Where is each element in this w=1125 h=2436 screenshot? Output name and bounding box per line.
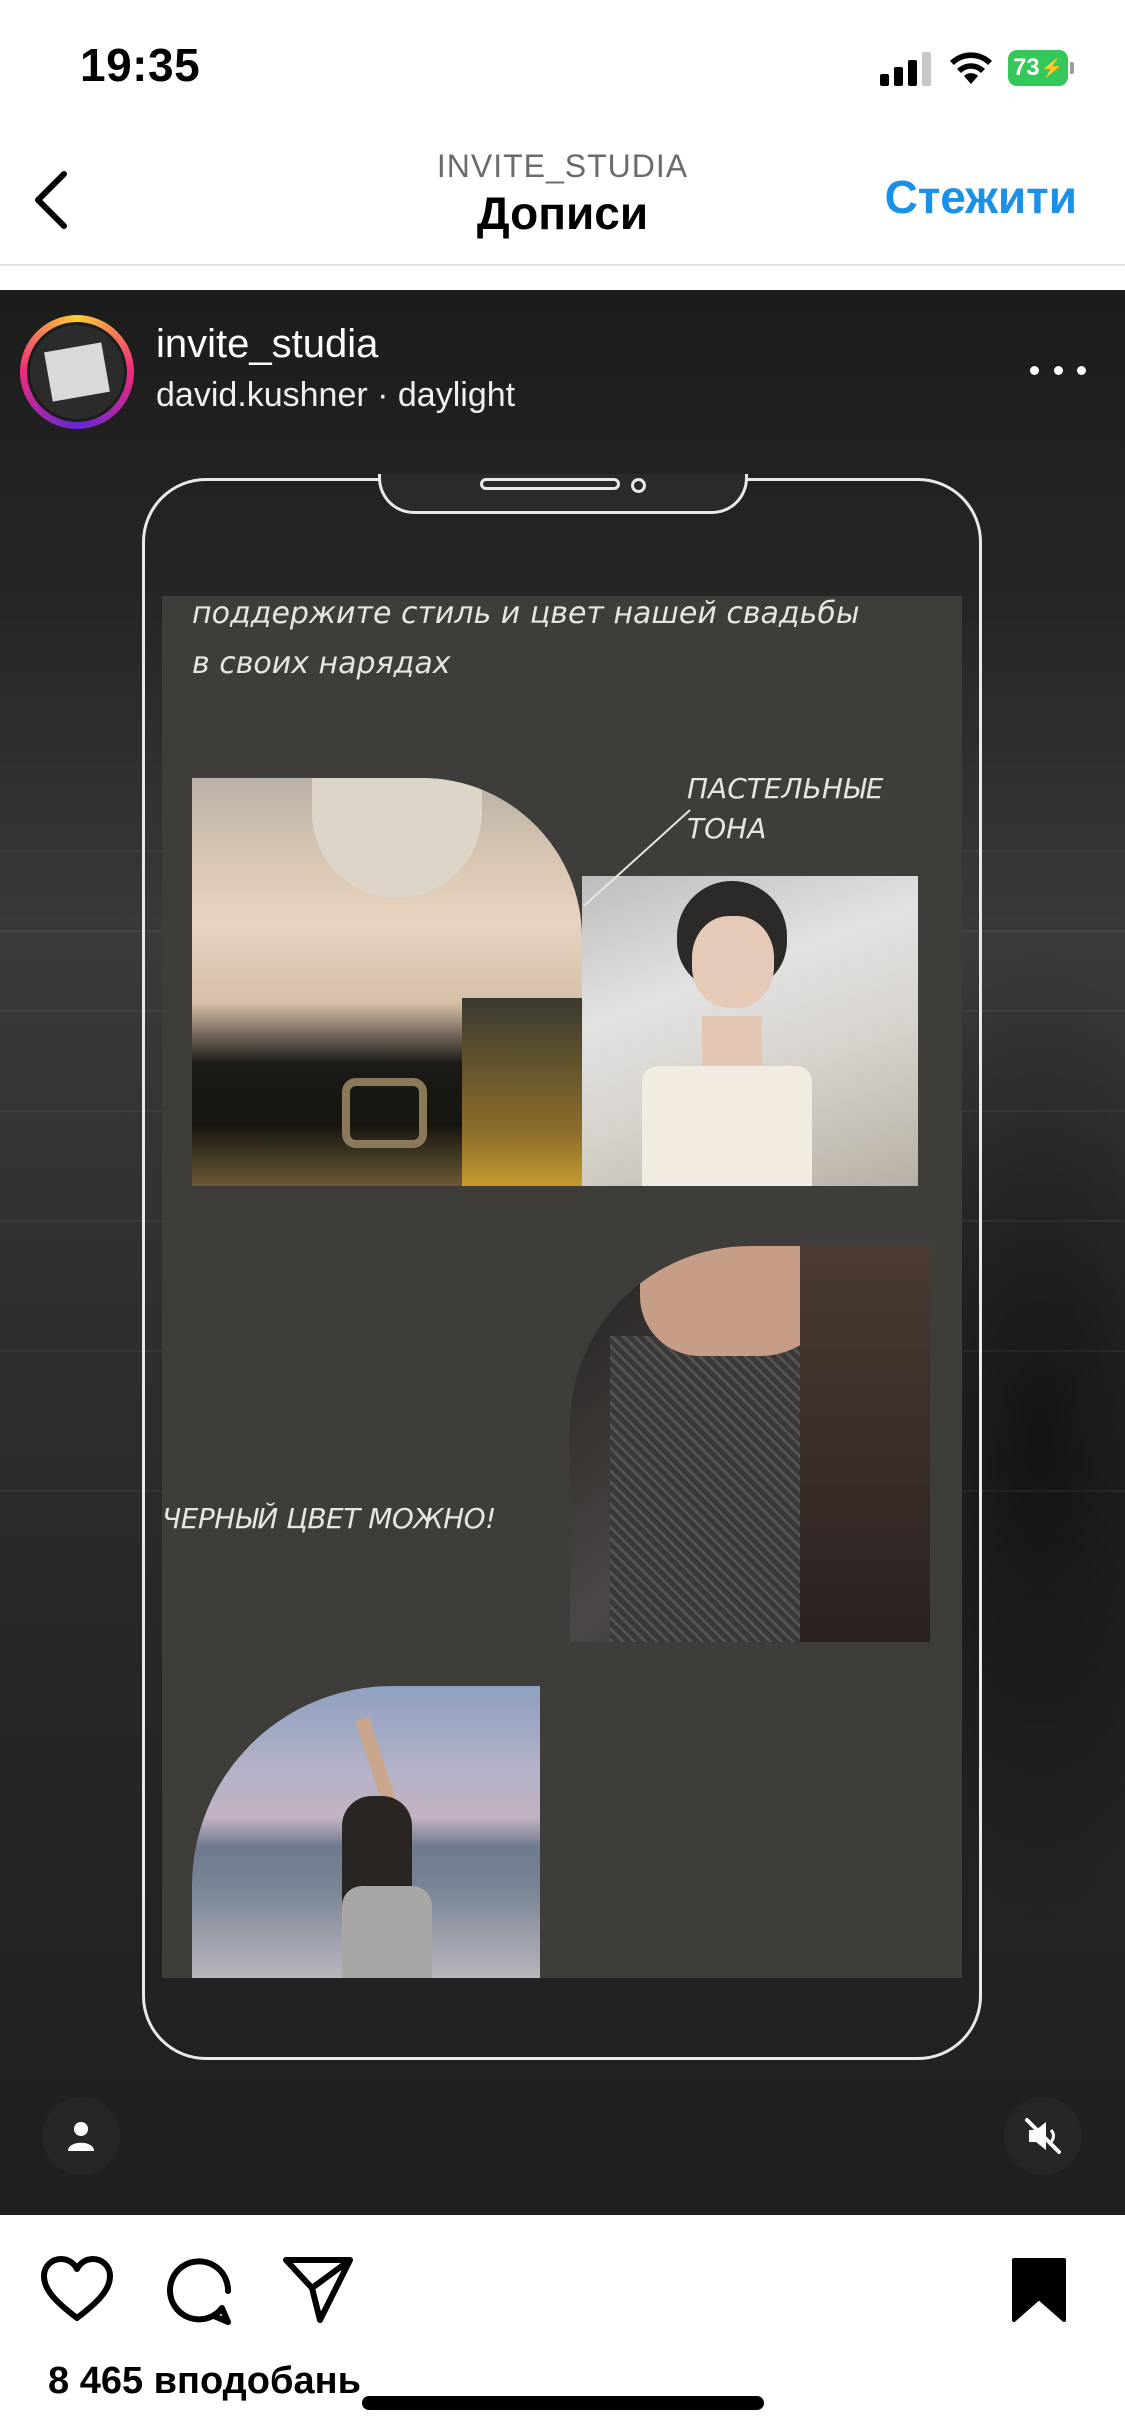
phone-camera [631, 478, 646, 493]
photo-laughing-woman [582, 876, 918, 1186]
photo-pastel-blouse [192, 778, 582, 1186]
intro-text-line-2: в своих нарядах [192, 646, 451, 681]
post-avatar[interactable] [20, 315, 134, 429]
likes-count[interactable]: 8 465 вподобань [48, 2360, 361, 2403]
post-username[interactable]: invite_studia [156, 322, 378, 367]
mute-icon [1025, 2118, 1061, 2154]
follow-button[interactable]: Стежити [885, 170, 1077, 224]
wifi-icon [950, 52, 992, 84]
mute-button[interactable] [1004, 2097, 1082, 2175]
pointer-line [583, 809, 691, 907]
phone-speaker [480, 478, 620, 490]
intro-text-line-1: поддержите стиль и цвет нашей свадьбы [192, 596, 860, 631]
send-icon[interactable] [282, 2254, 354, 2324]
more-icon[interactable] [1030, 362, 1086, 378]
nav-divider [0, 264, 1125, 266]
comment-icon[interactable] [164, 2256, 234, 2326]
heart-icon[interactable] [40, 2256, 114, 2322]
battery-level: 73 [1012, 54, 1040, 81]
post-audio[interactable]: david.kushner · daylight [156, 376, 515, 415]
phone-screen: поддержите стиль и цвет нашей свадьбы в … [162, 596, 962, 1978]
photo-black-lace-back [570, 1246, 930, 1642]
pastel-label-line-1: ПАСТЕЛЬНЫЕ [687, 772, 884, 805]
pastel-label-line-2: ТОНА [687, 812, 767, 845]
black-color-label: ЧЕРНЫЙ ЦВЕТ МОЖНО! [162, 1502, 496, 1535]
photo-beach-woman [192, 1686, 540, 1978]
status-time: 19:35 [80, 39, 201, 91]
tagged-people-button[interactable] [42, 2097, 120, 2175]
home-indicator [362, 2396, 764, 2410]
bookmark-icon[interactable] [1010, 2256, 1068, 2324]
signal-icon [880, 52, 932, 86]
person-icon [68, 2122, 94, 2151]
battery-icon: 73 ⚡ [1008, 50, 1074, 86]
